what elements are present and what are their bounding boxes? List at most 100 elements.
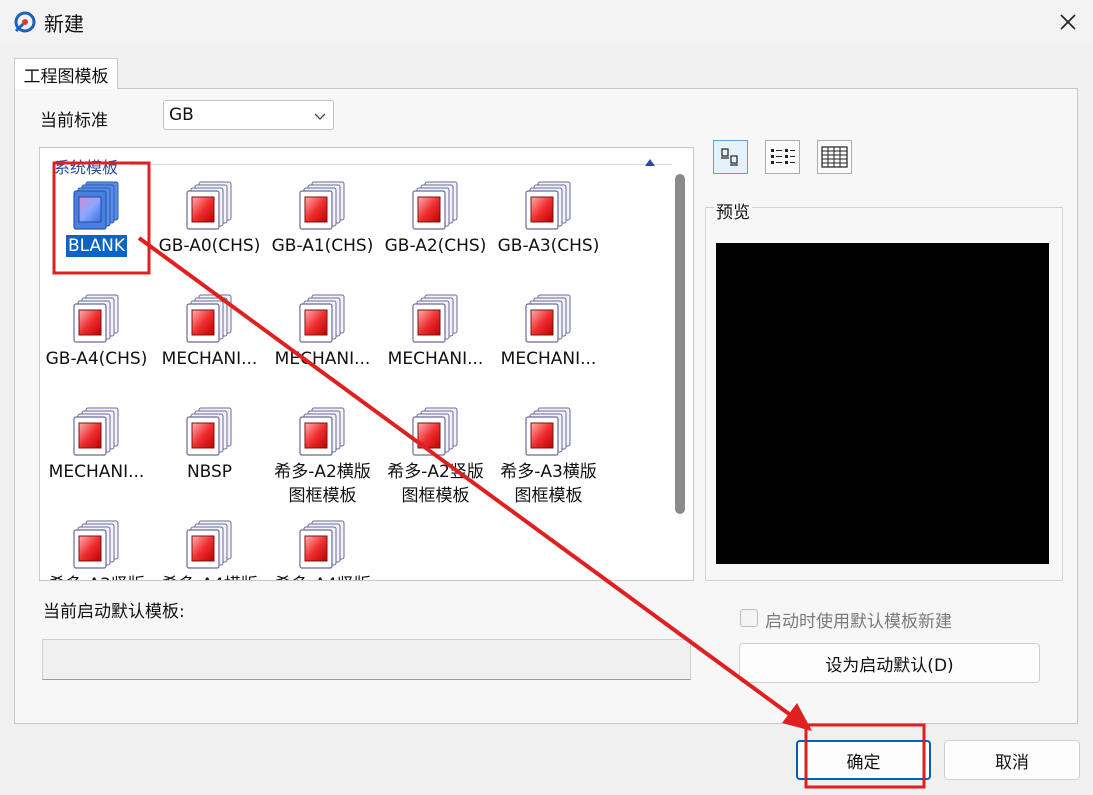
template-tile[interactable]: 希多-A2竖版 图框模板	[379, 400, 492, 508]
template-label-text: GB-A1(CHS)	[271, 236, 374, 256]
template-label-text: MECHANI...	[161, 349, 258, 369]
large-icons-view-icon	[721, 148, 738, 166]
template-label: GB-A4(CHS)	[40, 347, 153, 371]
template-icon	[186, 407, 232, 456]
template-label: GB-A0(CHS)	[153, 234, 266, 258]
template-icon	[299, 407, 345, 456]
template-label: BLANK	[40, 234, 153, 258]
close-icon	[1060, 14, 1076, 30]
template-label-line2: 图框模板	[401, 486, 470, 506]
template-label: GB-A1(CHS)	[266, 234, 379, 258]
template-tile[interactable]: NBSP	[153, 400, 266, 508]
title-bar: 新建	[0, 0, 1093, 44]
template-icon	[73, 294, 119, 343]
template-tile[interactable]: MECHANI...	[492, 287, 605, 395]
template-tile[interactable]: MECHANI...	[153, 287, 266, 395]
cancel-button[interactable]: 取消	[944, 740, 1080, 780]
template-label: 希多-A4竖版	[266, 573, 379, 580]
startup-default-checkbox-label: 启动时使用默认模板新建	[765, 612, 952, 632]
template-label-text: BLANK	[65, 235, 128, 257]
template-label-text: 希多-A4横版	[161, 575, 258, 580]
template-tile[interactable]: 希多-A3横版 图框模板	[492, 400, 605, 508]
template-label: NBSP	[153, 460, 266, 484]
template-label: MECHANI...	[266, 347, 379, 371]
ok-button[interactable]: 确定	[796, 740, 931, 780]
template-tile[interactable]: MECHANI...	[379, 287, 492, 395]
template-label-text: NBSP	[186, 462, 233, 482]
template-icon	[299, 520, 345, 569]
template-label: 希多-A2竖版 图框模板	[379, 460, 492, 508]
template-label-text: MECHANI...	[500, 349, 597, 369]
scrollbar-thumb[interactable]	[675, 174, 685, 514]
template-label: MECHANI...	[153, 347, 266, 371]
list-view-icon	[771, 149, 795, 164]
template-tile[interactable]: BLANK	[40, 174, 153, 282]
template-label-line1: 希多-A2横版	[274, 462, 371, 482]
list-view-button[interactable]	[765, 140, 800, 174]
template-icon	[525, 181, 571, 230]
set-startup-default-button[interactable]: 设为启动默认(D)	[739, 643, 1040, 683]
collapse-group-icon[interactable]	[643, 156, 657, 168]
template-icon	[525, 407, 571, 456]
standard-label: 当前标准	[40, 111, 108, 131]
template-tile[interactable]: GB-A0(CHS)	[153, 174, 266, 282]
template-tile[interactable]: 希多-A4横版	[153, 513, 266, 580]
template-label: GB-A2(CHS)	[379, 234, 492, 258]
template-tile[interactable]: MECHANI...	[266, 287, 379, 395]
template-tile[interactable]: GB-A2(CHS)	[379, 174, 492, 282]
group-divider	[130, 164, 672, 165]
template-tile[interactable]: GB-A1(CHS)	[266, 174, 379, 282]
template-label: MECHANI...	[379, 347, 492, 371]
template-icon	[299, 294, 345, 343]
template-label: MECHANI...	[40, 460, 153, 484]
template-tile[interactable]: GB-A3(CHS)	[492, 174, 605, 282]
template-label-text: 希多-A4竖版	[274, 575, 371, 580]
template-label: 希多-A4横版	[153, 573, 266, 580]
template-tile[interactable]: 希多-A4竖版	[266, 513, 379, 580]
chevron-down-icon	[314, 113, 326, 120]
template-label-text: 希多-A3竖版	[48, 575, 145, 580]
template-icon	[186, 520, 232, 569]
window-title: 新建	[44, 12, 84, 36]
template-label-line2: 图框模板	[514, 486, 583, 506]
cancel-label: 取消	[995, 752, 1029, 773]
preview-canvas	[716, 243, 1049, 564]
template-label: MECHANI...	[492, 347, 605, 371]
set-default-label: 设为启动默认(D)	[825, 655, 954, 676]
template-label: 希多-A3竖版	[40, 573, 153, 580]
template-tile[interactable]: GB-A4(CHS)	[40, 287, 153, 395]
template-label-line1: 希多-A3横版	[500, 462, 597, 482]
template-tile[interactable]: 希多-A3竖版	[40, 513, 153, 580]
startup-default-checkbox[interactable]	[740, 609, 758, 627]
template-label: 希多-A3横版 图框模板	[492, 460, 605, 508]
default-template-label: 当前启动默认模板:	[43, 602, 185, 622]
template-label: 希多-A2横版 图框模板	[266, 460, 379, 508]
template-label-text: GB-A3(CHS)	[497, 236, 600, 256]
template-tile[interactable]: MECHANI...	[40, 400, 153, 508]
template-icon	[412, 294, 458, 343]
tab-label: 工程图模板	[23, 66, 109, 87]
default-template-field	[42, 639, 691, 680]
template-label-text: MECHANI...	[387, 349, 484, 369]
standard-select[interactable]: GB	[163, 100, 334, 130]
template-label-text: MECHANI...	[48, 462, 145, 482]
template-label-line2: 图框模板	[288, 486, 357, 506]
template-icon	[186, 181, 232, 230]
template-icon	[412, 407, 458, 456]
details-view-button[interactable]	[817, 140, 852, 174]
template-icon	[525, 294, 571, 343]
template-label-text: MECHANI...	[274, 349, 371, 369]
close-button[interactable]	[1048, 6, 1088, 38]
preview-label: 预览	[714, 198, 752, 223]
template-icon	[412, 181, 458, 230]
details-view-icon	[821, 146, 848, 168]
template-tile[interactable]: 希多-A2横版 图框模板	[266, 400, 379, 508]
template-label-text: GB-A0(CHS)	[158, 236, 261, 256]
blank-template-icon	[73, 181, 119, 230]
template-label-text: GB-A2(CHS)	[384, 236, 487, 256]
template-list[interactable]: 系统模板 BLANK GB-A0(CHS) GB-A1(CHS) GB-A2(CHS)…	[39, 147, 694, 581]
template-icon	[73, 407, 119, 456]
template-icon	[186, 294, 232, 343]
large-icons-view-button[interactable]	[713, 140, 748, 174]
tab-drawing-templates[interactable]: 工程图模板	[14, 58, 118, 89]
